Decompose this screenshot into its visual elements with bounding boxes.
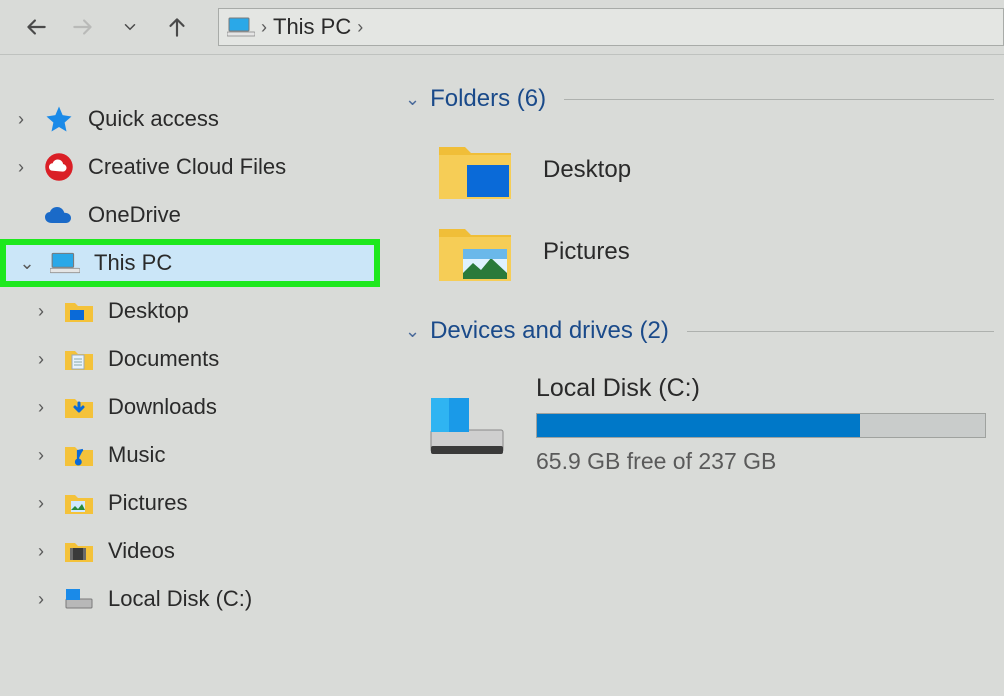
chevron-right-icon[interactable]: › bbox=[32, 397, 50, 418]
folder-label: Desktop bbox=[543, 156, 631, 184]
sidebar-item-label: Quick access bbox=[88, 106, 219, 132]
sidebar-item-this-pc[interactable]: ⌄ This PC bbox=[0, 239, 380, 287]
folder-item-pictures[interactable]: Pictures bbox=[435, 217, 994, 287]
star-icon bbox=[42, 102, 76, 136]
sidebar-item-creative-cloud[interactable]: › Creative Cloud Files bbox=[0, 143, 380, 191]
sidebar-item-label: Downloads bbox=[108, 394, 217, 420]
folder-label: Pictures bbox=[543, 238, 630, 266]
chevron-right-icon[interactable]: › bbox=[12, 109, 30, 130]
sidebar-item-documents[interactable]: › Documents bbox=[0, 335, 380, 383]
sidebar-item-pictures[interactable]: › Pictures bbox=[0, 479, 380, 527]
up-button[interactable] bbox=[161, 11, 193, 43]
drive-usage-fill bbox=[537, 414, 860, 437]
sidebar-item-label: OneDrive bbox=[88, 202, 181, 228]
disk-icon bbox=[425, 390, 510, 460]
navigation-tree: › Quick access › Creative Cloud Files On… bbox=[0, 55, 380, 696]
sidebar-item-label: Local Disk (C:) bbox=[108, 586, 252, 612]
group-title: Folders (6) bbox=[430, 85, 546, 113]
sidebar-item-label: Music bbox=[108, 442, 165, 468]
chevron-down-icon[interactable]: ⌄ bbox=[405, 321, 420, 342]
desktop-folder-icon bbox=[62, 294, 96, 328]
group-header-folders[interactable]: ⌄ Folders (6) bbox=[405, 85, 994, 117]
sidebar-item-label: Creative Cloud Files bbox=[88, 154, 286, 180]
sidebar-item-label: Desktop bbox=[108, 298, 189, 324]
sidebar-item-local-disk[interactable]: › Local Disk (C:) bbox=[0, 575, 380, 623]
sidebar-item-desktop[interactable]: › Desktop bbox=[0, 287, 380, 335]
breadcrumb-separator: › bbox=[261, 17, 267, 38]
chevron-right-icon[interactable]: › bbox=[32, 349, 50, 370]
drive-free-text: 65.9 GB free of 237 GB bbox=[536, 448, 994, 475]
group-title: Devices and drives (2) bbox=[430, 317, 669, 345]
chevron-right-icon[interactable]: › bbox=[32, 301, 50, 322]
drive-label: Local Disk (C:) bbox=[536, 374, 994, 403]
pc-icon bbox=[48, 246, 82, 280]
content-pane: ⌄ Folders (6) Desktop bbox=[380, 55, 1004, 696]
breadcrumb-separator: › bbox=[357, 17, 363, 38]
forward-button[interactable] bbox=[67, 11, 99, 43]
sidebar-item-label: Pictures bbox=[108, 490, 187, 516]
creative-cloud-icon bbox=[42, 150, 76, 184]
documents-folder-icon bbox=[62, 342, 96, 376]
pictures-folder-icon bbox=[435, 217, 515, 287]
videos-folder-icon bbox=[62, 534, 96, 568]
chevron-right-icon[interactable]: › bbox=[32, 445, 50, 466]
pictures-folder-icon bbox=[62, 486, 96, 520]
music-folder-icon bbox=[62, 438, 96, 472]
group-header-drives[interactable]: ⌄ Devices and drives (2) bbox=[405, 317, 994, 349]
drive-item-local-disk[interactable]: Local Disk (C:) 65.9 GB free of 237 GB bbox=[405, 349, 994, 475]
chevron-right-icon[interactable]: › bbox=[32, 493, 50, 514]
back-button[interactable] bbox=[20, 11, 52, 43]
sidebar-item-label: This PC bbox=[94, 250, 172, 276]
drive-usage-bar bbox=[536, 413, 986, 438]
sidebar-item-videos[interactable]: › Videos bbox=[0, 527, 380, 575]
sidebar-item-quick-access[interactable]: › Quick access bbox=[0, 95, 380, 143]
desktop-folder-icon bbox=[435, 135, 515, 205]
folder-item-desktop[interactable]: Desktop bbox=[435, 135, 994, 205]
disk-icon bbox=[62, 582, 96, 616]
chevron-right-icon[interactable]: › bbox=[32, 541, 50, 562]
address-bar[interactable]: › This PC › bbox=[218, 8, 1004, 46]
sidebar-item-label: Videos bbox=[108, 538, 175, 564]
onedrive-icon bbox=[42, 198, 76, 232]
divider bbox=[564, 99, 994, 100]
chevron-right-icon[interactable]: › bbox=[12, 157, 30, 178]
downloads-folder-icon bbox=[62, 390, 96, 424]
recent-locations-button[interactable] bbox=[114, 11, 146, 43]
navigation-toolbar: › This PC › bbox=[0, 0, 1004, 55]
sidebar-item-onedrive[interactable]: OneDrive bbox=[0, 191, 380, 239]
chevron-down-icon[interactable]: ⌄ bbox=[18, 253, 36, 274]
chevron-down-icon[interactable]: ⌄ bbox=[405, 89, 420, 110]
divider bbox=[687, 331, 994, 332]
sidebar-item-music[interactable]: › Music bbox=[0, 431, 380, 479]
breadcrumb-this-pc[interactable]: This PC bbox=[273, 14, 351, 40]
chevron-right-icon[interactable]: › bbox=[32, 589, 50, 610]
sidebar-item-downloads[interactable]: › Downloads bbox=[0, 383, 380, 431]
sidebar-item-label: Documents bbox=[108, 346, 219, 372]
pc-icon bbox=[227, 15, 255, 39]
